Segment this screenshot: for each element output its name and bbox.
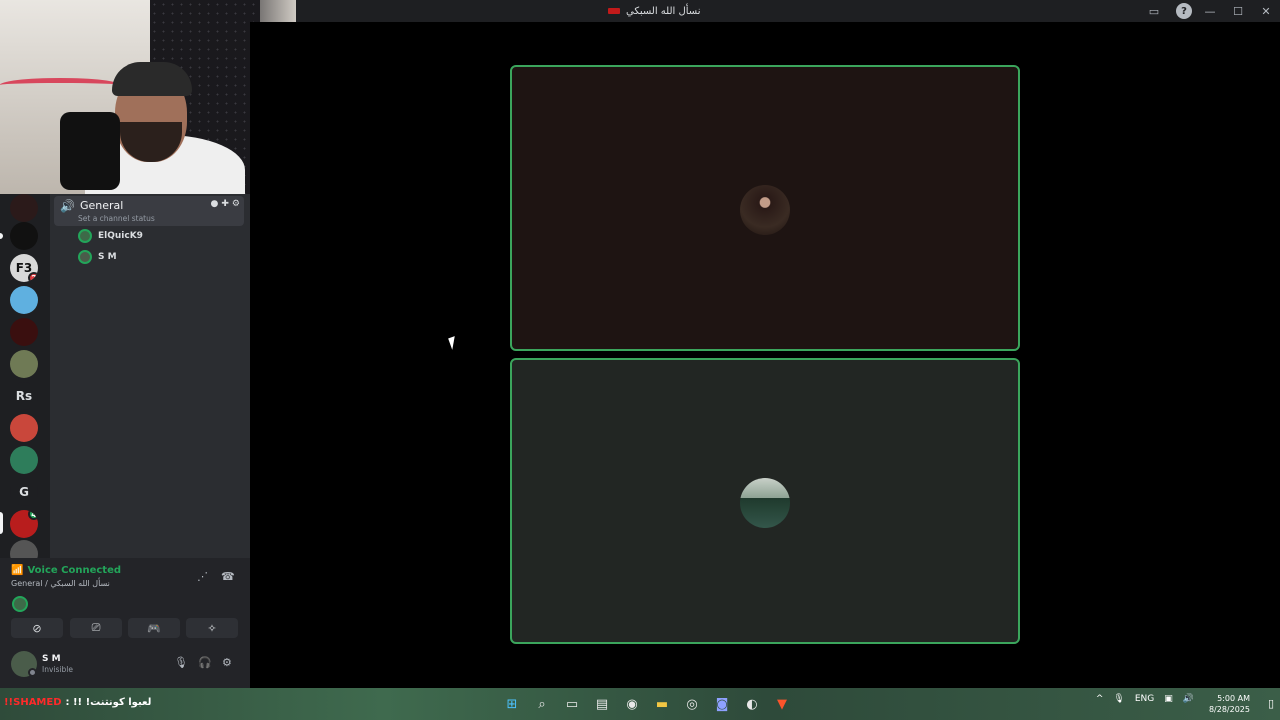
webcam-mic-cable [0,78,120,92]
search-icon[interactable]: ⌕ [530,692,554,716]
language-indicator[interactable]: ENG [1135,694,1154,704]
server-icon-2[interactable] [10,222,38,250]
user-status-text: Invisible [42,665,73,674]
speaker-icon: 🔊 [60,199,75,213]
chrome-icon[interactable]: ◎ [680,692,704,716]
webcam-microphone [60,112,120,190]
server-icon-8[interactable] [10,414,38,442]
title-bar: نسأل الله السبكي ▭ ? — ☐ ✕ [296,0,1280,22]
obs-icon[interactable]: ◉ [620,692,644,716]
help-icon[interactable]: ? [1176,3,1192,19]
unread-pill [0,233,3,239]
system-tray: ^ 🎙 ENG ▣ 🔊 [1096,694,1194,704]
avatar [78,229,92,243]
disconnect-icon[interactable]: ☎ [221,570,235,583]
brave-icon[interactable]: ▼ [770,692,794,716]
ticker-highlight: !!SHAMED [4,697,62,708]
noise-suppression-icon[interactable]: ⋰ [197,570,208,583]
time: 5:00 AM [1217,694,1250,703]
steam-icon[interactable]: ◐ [740,692,764,716]
voice-member[interactable]: S M [78,250,117,264]
taskbar: !!SHAMED : !! !لعبوا كونتنت ⊞ ⌕ ▭ ▤ ◉ ▬ … [0,688,1280,720]
headphones-icon[interactable]: 🎧 [198,656,212,669]
network-icon[interactable]: ▣ [1164,694,1173,704]
participant-avatar [740,185,790,235]
server-rail: F3 2 Rs G 4 [0,194,50,568]
screen-share-button[interactable]: ⎚ [70,618,122,638]
camera-off-button[interactable]: ⊘ [11,618,63,638]
server-icon-5[interactable] [10,318,38,346]
server-icon-9[interactable] [10,446,38,474]
voice-member[interactable]: ElQuicK9 [78,229,143,243]
server-icon-1[interactable] [10,194,38,222]
date: 8/28/2025 [1208,705,1250,714]
voice-panel: 📶 Voice Connected General / نسأل الله الس… [0,558,250,688]
participant-tile-elquick9[interactable] [510,65,1020,351]
channel-sidebar: 🔊 General Set a channel status ● ✚ ⚙ ElQ… [50,194,250,558]
channel-name: General [80,199,124,212]
close-button[interactable]: ✕ [1252,5,1280,18]
volume-icon[interactable]: 🔊 [1183,694,1194,704]
stream-ticker: !!SHAMED : !! !لعبوا كونتنت [4,697,151,708]
chevron-up-icon[interactable]: ^ [1096,694,1104,704]
server-icon-active[interactable]: 4 [10,510,38,538]
voice-connected-label: 📶 Voice Connected [11,565,122,576]
user-settings-gear-icon[interactable]: ⚙ [222,656,232,669]
member-name: ElQuicK9 [98,231,143,241]
webcam-person-cap [112,62,192,96]
channel-status-input[interactable]: Set a channel status [78,214,155,223]
voice-activity-avatar [12,596,28,612]
window-title: نسأل الله السبكي [626,5,701,17]
file-explorer-icon[interactable]: ▬ [650,692,674,716]
status-indicator [28,668,37,677]
screen: نسأل الله السبكي ▭ ? — ☐ ✕ F3 2 Rs G 4 🔊 … [0,0,1280,720]
activity-button[interactable]: 🎮 [128,618,180,638]
invite-icon[interactable]: ✚ [221,199,229,209]
avatar [78,250,92,264]
voice-count-badge: 4 [28,510,38,520]
minimize-button[interactable]: — [1196,5,1224,18]
voice-channel-general[interactable]: 🔊 General Set a channel status ● ✚ ⚙ [54,196,244,226]
user-name: S M [42,654,61,664]
server-icon-4[interactable] [10,286,38,314]
clock[interactable]: 5:00 AM 8/28/2025 [1209,693,1250,715]
server-icon-rs[interactable]: Rs [10,382,38,410]
server-icon-g[interactable]: G [10,478,38,506]
member-name: S M [98,252,117,262]
ticker-text: : !! !لعبوا كونتنت [65,697,152,708]
server-icon-6[interactable] [10,350,38,378]
soundboard-button[interactable]: ✧ [186,618,238,638]
windows-start-icon[interactable]: ⊞ [500,692,524,716]
active-server-pill [0,512,3,534]
inbox-icon[interactable]: ▭ [1146,3,1162,19]
notification-badge: 2 [28,272,38,282]
notification-icon[interactable]: ▯ [1268,697,1274,710]
settings-gear-icon[interactable]: ⚙ [232,199,240,209]
mic-tray-icon[interactable]: 🎙 [1113,694,1124,704]
task-view-icon[interactable]: ▭ [560,692,584,716]
chat-icon[interactable]: ● [211,199,219,209]
server-icon-f3[interactable]: F3 2 [10,254,38,282]
voice-stage [250,22,1280,688]
voice-location[interactable]: General / نسأل الله السبكي [11,579,110,588]
participant-tile-sm[interactable] [510,358,1020,644]
signal-icon: 📶 [11,565,24,576]
server-flag-icon [608,8,620,14]
maximize-button[interactable]: ☐ [1224,5,1252,18]
discord-icon[interactable]: ◙ [710,692,734,716]
store-icon[interactable]: ▤ [590,692,614,716]
participant-avatar [740,478,790,528]
microphone-icon[interactable]: 🎙 [174,656,188,669]
